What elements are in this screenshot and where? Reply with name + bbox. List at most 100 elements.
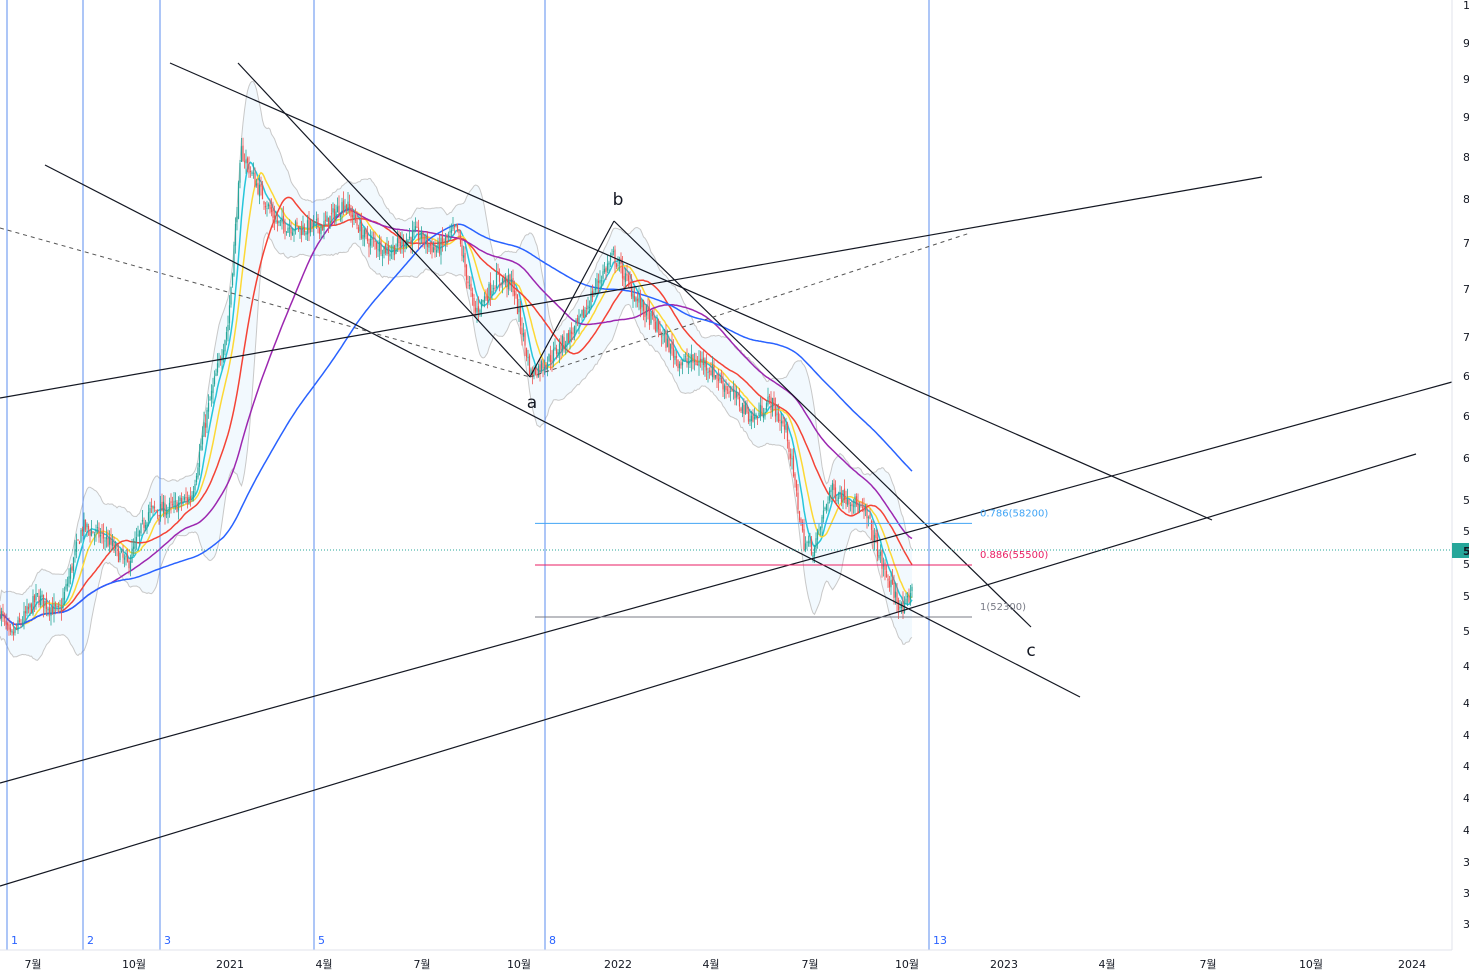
candle-body: [51, 606, 54, 615]
candle-body: [273, 215, 276, 223]
candle-body: [867, 517, 870, 519]
candle-body: [2, 610, 4, 616]
candle-body: [869, 514, 871, 519]
candle-body: [308, 218, 310, 234]
candle-body: [47, 608, 49, 611]
candle-body: [818, 529, 820, 531]
candle-body: [771, 397, 774, 413]
candle-body: [164, 503, 166, 517]
candle-body: [455, 224, 457, 227]
candle-body: [372, 238, 375, 240]
candle-body: [605, 267, 607, 273]
candle-body: [452, 226, 454, 229]
candle-body: [101, 532, 103, 534]
candle-body: [108, 536, 111, 545]
candle-body: [14, 627, 16, 633]
candle-body: [345, 204, 348, 209]
resistance-line[interactable]: [0, 176, 1263, 399]
candle-body: [230, 287, 232, 305]
candle-body: [498, 273, 501, 282]
price-tick-label: 4: [1463, 760, 1469, 773]
candle-body: [147, 512, 150, 521]
candle-body: [878, 555, 880, 559]
candle-body: [809, 540, 811, 544]
candle: [548, 353, 550, 363]
candle-body: [723, 385, 726, 392]
candle-body: [675, 355, 678, 359]
candle-body: [741, 402, 744, 414]
candle-body: [191, 495, 193, 501]
candle-body: [753, 416, 756, 420]
candle-body: [219, 360, 222, 362]
candle-body: [887, 578, 889, 581]
candle-body: [791, 458, 793, 460]
candle-body: [420, 231, 423, 239]
candle-body: [65, 584, 67, 590]
candle-body: [794, 473, 796, 481]
candle-body: [197, 467, 199, 478]
candle-body: [773, 397, 775, 406]
candle-body: [786, 423, 789, 442]
candle-body: [621, 266, 624, 279]
candle-body: [374, 240, 376, 243]
candle-body: [428, 244, 430, 248]
candle-body: [804, 543, 807, 551]
candle-body: [576, 317, 579, 323]
candle-body: [453, 224, 456, 228]
time-tick-label: 4월: [1098, 958, 1115, 971]
candle-body: [386, 246, 388, 255]
candle-body: [8, 624, 10, 630]
candle-body: [119, 553, 121, 561]
candle-body: [210, 390, 213, 400]
candle-body: [141, 519, 144, 522]
candle-body: [105, 536, 108, 540]
time-axis[interactable]: 7월 10월 2021 4월 7월 10월 2022 4월 7월 10월 2023 4월 7월 10월 20…: [0, 949, 1452, 979]
candle-body: [632, 293, 634, 299]
candle-body: [78, 541, 81, 545]
candle-body: [639, 297, 642, 310]
candle-body: [92, 531, 94, 534]
candle-body: [768, 396, 771, 397]
candle-body: [479, 309, 481, 314]
price-tick-label: 4: [1463, 660, 1469, 673]
price-axis[interactable]: 199988777666555554444443335: [1451, 0, 1469, 979]
candle-body: [255, 183, 258, 186]
candle-body: [69, 567, 72, 579]
candle-body: [42, 594, 45, 608]
candle-body: [816, 530, 819, 540]
candle-body: [705, 361, 708, 371]
candle-body: [728, 391, 730, 394]
candle-body: [185, 497, 187, 498]
cycle-label: 8: [549, 934, 556, 947]
candle-body: [780, 421, 783, 424]
price-chart[interactable]: 1 2 3 5 8 13 0.786(58200)0.886(55500)1(52300)…: [0, 0, 1469, 979]
candle-body: [744, 402, 747, 415]
channel-upper-line[interactable]: [169, 62, 1213, 521]
candle-body: [68, 576, 70, 584]
candle-body: [795, 480, 798, 491]
candle-body: [156, 511, 159, 513]
candle-body: [515, 293, 517, 295]
candle-body: [483, 296, 486, 303]
candle-body: [354, 214, 357, 221]
candle: [537, 363, 540, 378]
candle-body: [468, 285, 471, 287]
candle-body: [363, 229, 366, 238]
candle-body: [692, 354, 694, 363]
wave-label-a: a: [527, 393, 537, 413]
price-tick-label: 4: [1463, 729, 1469, 742]
candle-body: [677, 359, 679, 369]
candle-body: [23, 611, 25, 623]
candle-body: [456, 223, 459, 231]
price-tick-label: 4: [1463, 792, 1469, 805]
candle-body: [336, 206, 339, 213]
candle-body: [770, 397, 772, 411]
candle-body: [326, 215, 328, 222]
price-tick-label: 4: [1463, 697, 1469, 710]
candle-body: [783, 425, 786, 430]
candle-body: [140, 523, 142, 534]
candle-body: [194, 483, 196, 491]
candle-body: [36, 593, 39, 595]
candle-body: [134, 541, 136, 549]
candle-body: [681, 362, 684, 366]
